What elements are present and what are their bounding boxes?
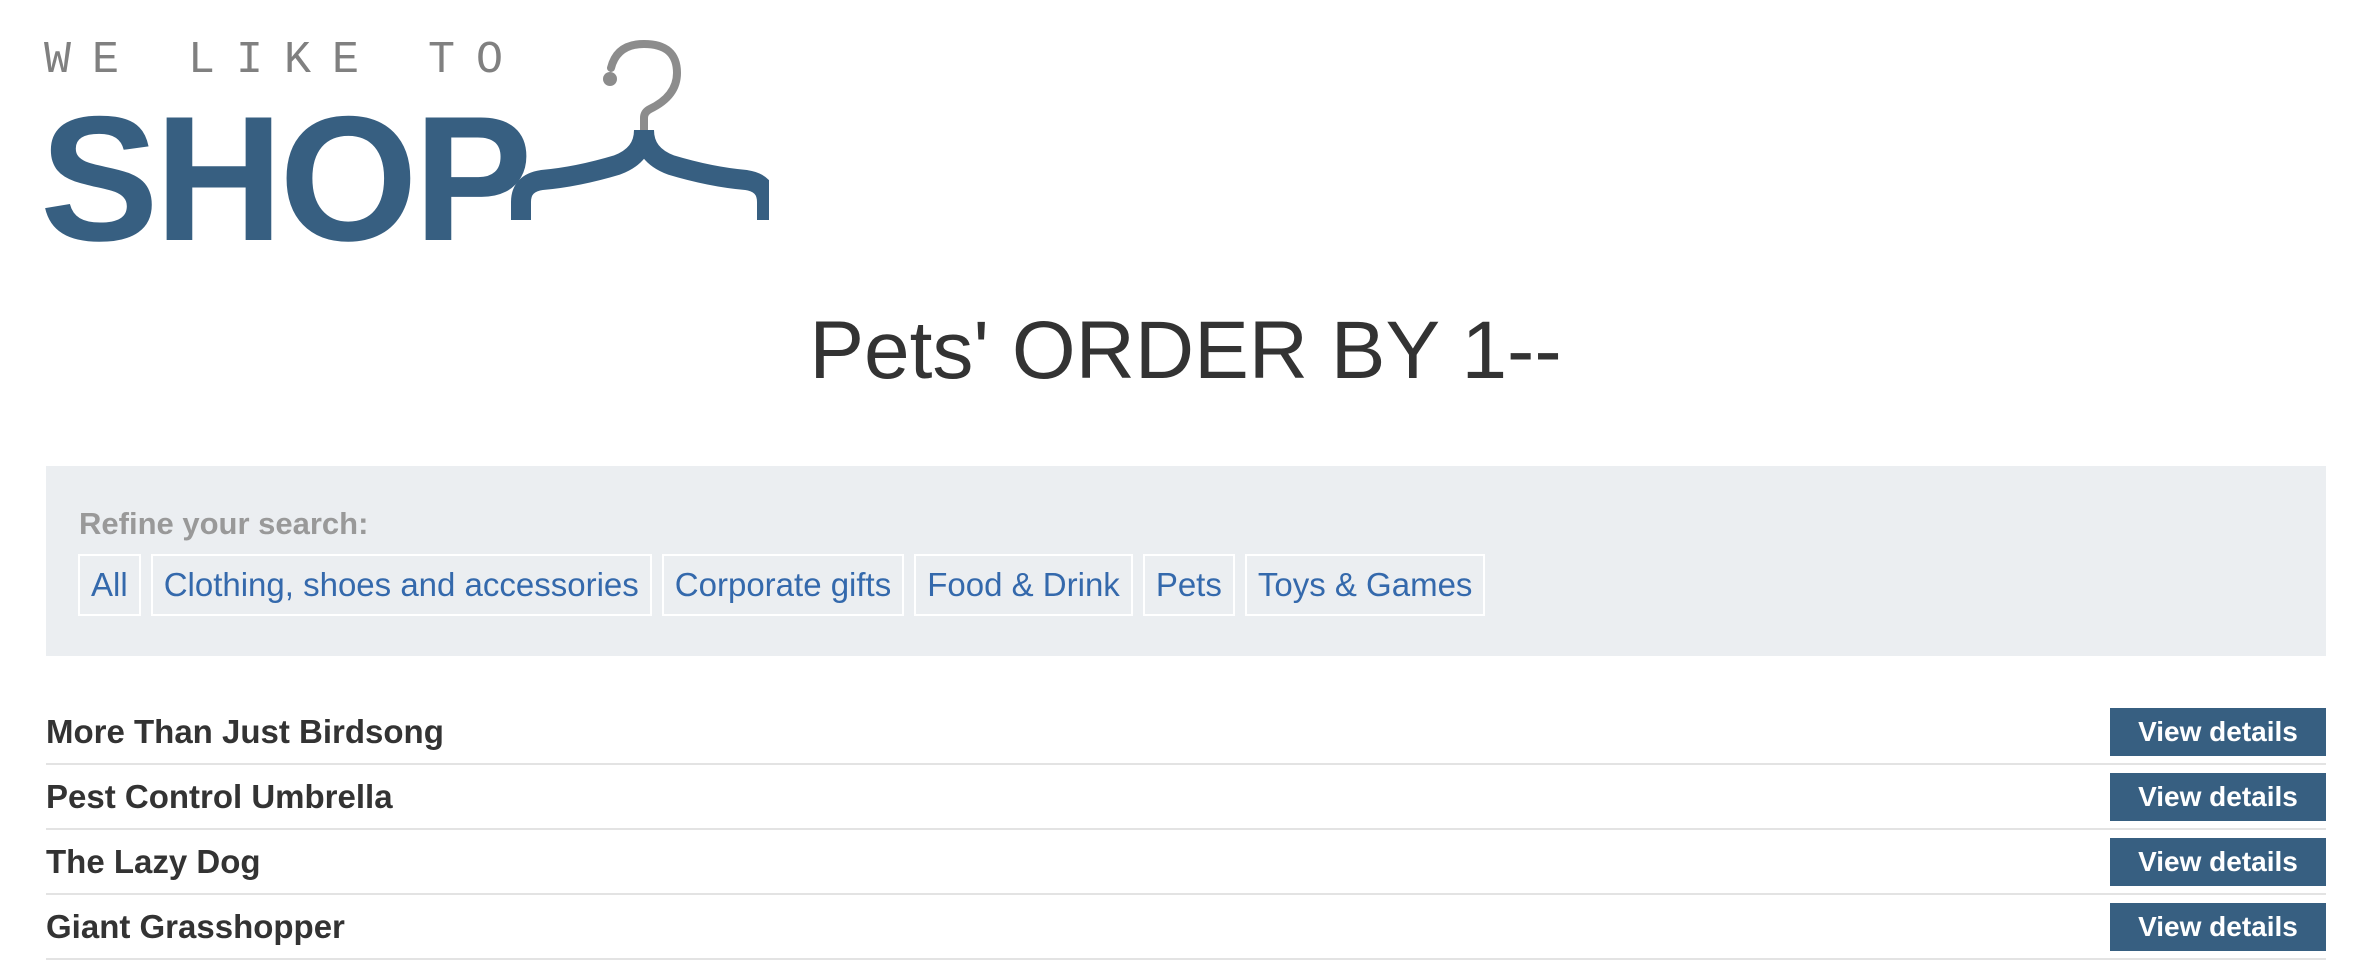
logo-tagline: WE LIKE TO [44,35,525,86]
filter-link-toys-games[interactable]: Toys & Games [1244,554,1486,616]
filter-label: Refine your search: [79,506,369,541]
filter-link-clothing[interactable]: Clothing, shoes and accessories [150,554,652,616]
product-row: More Than Just Birdsong View details [46,700,2326,765]
site-logo[interactable]: WE LIKE TO SHOP [40,30,769,268]
filter-link-food-drink[interactable]: Food & Drink [914,554,1133,616]
product-row: Giant Grasshopper View details [46,895,2326,960]
filter-link-pets[interactable]: Pets [1142,554,1235,616]
category-filter-list: All Clothing, shoes and accessories Corp… [78,554,1486,616]
filter-panel: Refine your search: All Clothing, shoes … [46,466,2326,656]
product-name: Pest Control Umbrella [46,777,393,815]
product-row: The Lazy Dog View details [46,830,2326,895]
product-row: Pest Control Umbrella View details [46,765,2326,830]
logo-wordmark: SHOP [40,79,532,278]
product-list: More Than Just Birdsong View details Pes… [46,700,2326,960]
filter-link-corporate-gifts[interactable]: Corporate gifts [661,554,905,616]
view-details-button[interactable]: View details [2110,772,2326,821]
view-details-button[interactable]: View details [2110,837,2326,886]
product-name: Giant Grasshopper [46,907,345,945]
product-name: The Lazy Dog [46,842,261,880]
page-title: Pets' ORDER BY 1-- [809,305,1562,396]
view-details-button[interactable]: View details [2110,902,2326,951]
filter-link-all[interactable]: All [78,554,141,616]
view-details-button[interactable]: View details [2110,707,2326,756]
product-name: More Than Just Birdsong [46,712,444,750]
hanger-icon [511,39,769,220]
